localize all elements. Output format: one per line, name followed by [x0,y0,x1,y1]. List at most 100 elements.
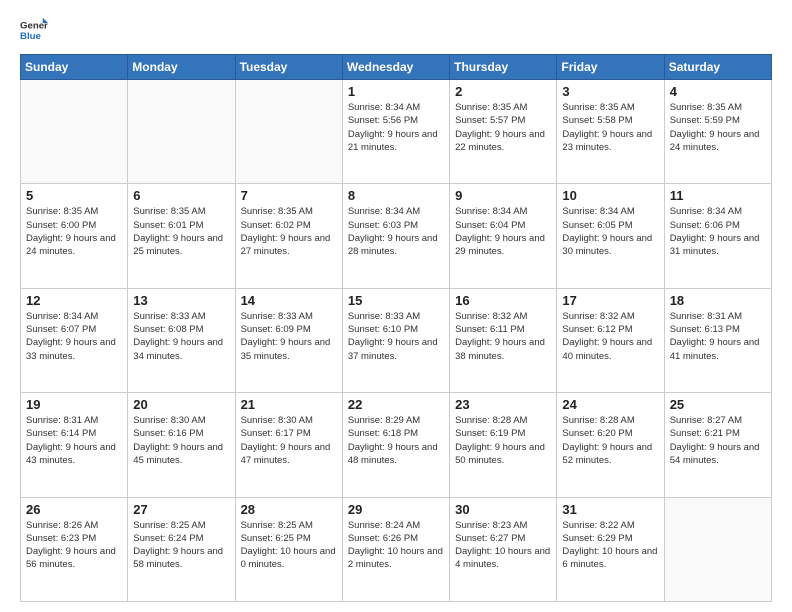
svg-text:Blue: Blue [20,31,41,42]
calendar-cell: 20 Sunrise: 8:30 AM Sunset: 6:16 PM Dayli… [128,393,235,497]
day-info: Sunrise: 8:35 AM Sunset: 5:57 PM Dayligh… [455,101,551,154]
calendar-cell [235,80,342,184]
logo: General Blue [20,16,52,44]
day-info: Sunrise: 8:33 AM Sunset: 6:08 PM Dayligh… [133,310,229,363]
day-info: Sunrise: 8:30 AM Sunset: 6:16 PM Dayligh… [133,414,229,467]
day-info: Sunrise: 8:25 AM Sunset: 6:25 PM Dayligh… [241,519,337,572]
day-number: 2 [455,84,551,99]
week-row-1: 5 Sunrise: 8:35 AM Sunset: 6:00 PM Daylig… [21,184,772,288]
day-info: Sunrise: 8:32 AM Sunset: 6:12 PM Dayligh… [562,310,658,363]
calendar-cell: 26Sunrise: 8:26 AM Sunset: 6:23 PM Dayli… [21,497,128,601]
calendar-cell: 2 Sunrise: 8:35 AM Sunset: 5:57 PM Daylig… [450,80,557,184]
calendar-cell: 9Sunrise: 8:34 AM Sunset: 6:04 PM Daylig… [450,184,557,288]
day-info: Sunrise: 8:35 AM Sunset: 6:01 PM Dayligh… [133,205,229,258]
day-info: Sunrise: 8:28 AM Sunset: 6:19 PM Dayligh… [455,414,551,467]
day-info: Sunrise: 8:26 AM Sunset: 6:23 PM Dayligh… [26,519,122,572]
calendar-cell: 11 Sunrise: 8:34 AM Sunset: 6:06 PM Dayli… [664,184,771,288]
day-number: 3 [562,84,658,99]
day-info: Sunrise: 8:31 AM Sunset: 6:13 PM Dayligh… [670,310,766,363]
day-info: Sunrise: 8:33 AM Sunset: 6:10 PM Dayligh… [348,310,444,363]
day-number: 10 [562,188,658,203]
calendar-cell: 13 Sunrise: 8:33 AM Sunset: 6:08 PM Dayli… [128,288,235,392]
day-number: 13 [133,293,229,308]
day-info: Sunrise: 8:30 AM Sunset: 6:17 PM Dayligh… [241,414,337,467]
day-number: 25 [670,397,766,412]
weekday-header-tuesday: Tuesday [235,55,342,80]
day-number: 19 [26,397,122,412]
weekday-header-friday: Friday [557,55,664,80]
day-number: 21 [241,397,337,412]
day-number: 28 [241,502,337,517]
day-info: Sunrise: 8:23 AM Sunset: 6:27 PM Dayligh… [455,519,551,572]
weekday-header-wednesday: Wednesday [342,55,449,80]
day-number: 31 [562,502,658,517]
day-number: 8 [348,188,444,203]
calendar-cell: 19Sunrise: 8:31 AM Sunset: 6:14 PM Dayli… [21,393,128,497]
weekday-header-monday: Monday [128,55,235,80]
day-number: 29 [348,502,444,517]
day-info: Sunrise: 8:34 AM Sunset: 6:07 PM Dayligh… [26,310,122,363]
day-number: 5 [26,188,122,203]
calendar-cell: 12 Sunrise: 8:34 AM Sunset: 6:07 PM Dayli… [21,288,128,392]
day-number: 16 [455,293,551,308]
calendar-cell: 16 Sunrise: 8:32 AM Sunset: 6:11 PM Dayli… [450,288,557,392]
day-info: Sunrise: 8:33 AM Sunset: 6:09 PM Dayligh… [241,310,337,363]
day-number: 4 [670,84,766,99]
day-info: Sunrise: 8:22 AM Sunset: 6:29 PM Dayligh… [562,519,658,572]
calendar-cell: 6 Sunrise: 8:35 AM Sunset: 6:01 PM Daylig… [128,184,235,288]
day-info: Sunrise: 8:35 AM Sunset: 5:59 PM Dayligh… [670,101,766,154]
day-info: Sunrise: 8:34 AM Sunset: 6:03 PM Dayligh… [348,205,444,258]
weekday-header-saturday: Saturday [664,55,771,80]
day-info: Sunrise: 8:34 AM Sunset: 6:04 PM Dayligh… [455,205,551,258]
day-number: 22 [348,397,444,412]
calendar-cell: 5 Sunrise: 8:35 AM Sunset: 6:00 PM Daylig… [21,184,128,288]
day-info: Sunrise: 8:27 AM Sunset: 6:21 PM Dayligh… [670,414,766,467]
day-number: 30 [455,502,551,517]
day-number: 6 [133,188,229,203]
day-info: Sunrise: 8:28 AM Sunset: 6:20 PM Dayligh… [562,414,658,467]
day-number: 23 [455,397,551,412]
weekday-header-thursday: Thursday [450,55,557,80]
calendar-cell: 14 Sunrise: 8:33 AM Sunset: 6:09 PM Dayli… [235,288,342,392]
day-number: 20 [133,397,229,412]
day-info: Sunrise: 8:24 AM Sunset: 6:26 PM Dayligh… [348,519,444,572]
calendar-cell [664,497,771,601]
week-row-0: 1Sunrise: 8:34 AM Sunset: 5:56 PM Daylig… [21,80,772,184]
calendar-table: SundayMondayTuesdayWednesdayThursdayFrid… [20,54,772,602]
day-info: Sunrise: 8:32 AM Sunset: 6:11 PM Dayligh… [455,310,551,363]
day-number: 14 [241,293,337,308]
day-number: 7 [241,188,337,203]
day-number: 11 [670,188,766,203]
calendar-cell: 1Sunrise: 8:34 AM Sunset: 5:56 PM Daylig… [342,80,449,184]
calendar-cell: 8 Sunrise: 8:34 AM Sunset: 6:03 PM Daylig… [342,184,449,288]
day-number: 17 [562,293,658,308]
weekday-header-sunday: Sunday [21,55,128,80]
day-number: 18 [670,293,766,308]
day-number: 15 [348,293,444,308]
calendar-cell: 23 Sunrise: 8:28 AM Sunset: 6:19 PM Dayli… [450,393,557,497]
calendar-cell: 22 Sunrise: 8:29 AM Sunset: 6:18 PM Dayli… [342,393,449,497]
calendar-cell: 4 Sunrise: 8:35 AM Sunset: 5:59 PM Daylig… [664,80,771,184]
calendar-cell: 24 Sunrise: 8:28 AM Sunset: 6:20 PM Dayli… [557,393,664,497]
day-info: Sunrise: 8:35 AM Sunset: 6:00 PM Dayligh… [26,205,122,258]
calendar-cell: 15 Sunrise: 8:33 AM Sunset: 6:10 PM Dayli… [342,288,449,392]
day-info: Sunrise: 8:35 AM Sunset: 6:02 PM Dayligh… [241,205,337,258]
day-number: 24 [562,397,658,412]
calendar-cell [21,80,128,184]
logo-icon: General Blue [20,16,48,44]
day-info: Sunrise: 8:25 AM Sunset: 6:24 PM Dayligh… [133,519,229,572]
calendar-cell: 31 Sunrise: 8:22 AM Sunset: 6:29 PM Dayli… [557,497,664,601]
day-info: Sunrise: 8:35 AM Sunset: 5:58 PM Dayligh… [562,101,658,154]
day-number: 1 [348,84,444,99]
day-info: Sunrise: 8:34 AM Sunset: 6:06 PM Dayligh… [670,205,766,258]
calendar-cell: 27Sunrise: 8:25 AM Sunset: 6:24 PM Dayli… [128,497,235,601]
header: General Blue [20,16,772,44]
day-number: 12 [26,293,122,308]
calendar-page: General Blue SundayMondayTuesdayWednesda… [0,0,792,612]
calendar-cell: 29 Sunrise: 8:24 AM Sunset: 6:26 PM Dayli… [342,497,449,601]
week-row-2: 12 Sunrise: 8:34 AM Sunset: 6:07 PM Dayli… [21,288,772,392]
calendar-cell: 30 Sunrise: 8:23 AM Sunset: 6:27 PM Dayli… [450,497,557,601]
day-info: Sunrise: 8:29 AM Sunset: 6:18 PM Dayligh… [348,414,444,467]
day-info: Sunrise: 8:34 AM Sunset: 6:05 PM Dayligh… [562,205,658,258]
calendar-cell: 28 Sunrise: 8:25 AM Sunset: 6:25 PM Dayli… [235,497,342,601]
